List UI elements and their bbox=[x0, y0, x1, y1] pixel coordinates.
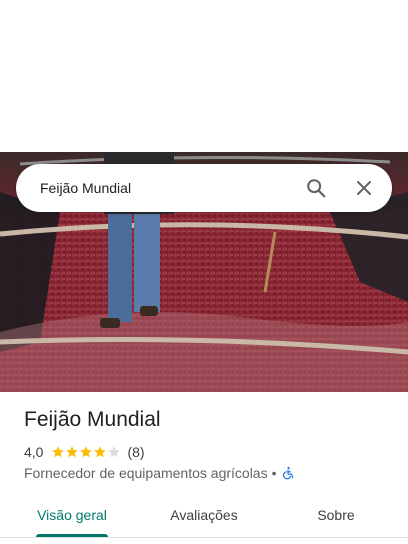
star-icon bbox=[80, 446, 93, 458]
tabs-divider bbox=[0, 537, 408, 538]
close-button[interactable] bbox=[340, 164, 388, 212]
review-count[interactable]: (8) bbox=[127, 444, 144, 460]
tab-reviews[interactable]: Avaliações bbox=[144, 493, 264, 537]
category-row: Fornecedor de equipamentos agrícolas • bbox=[24, 465, 295, 481]
search-icon bbox=[307, 179, 326, 198]
star-rating bbox=[51, 445, 121, 459]
separator-dot: • bbox=[271, 465, 277, 481]
rating-row[interactable]: 4,0 (8) bbox=[24, 444, 145, 460]
search-bar[interactable]: Feijão Mundial bbox=[16, 164, 392, 212]
tab-about[interactable]: Sobre bbox=[264, 493, 408, 537]
tab-label: Visão geral bbox=[37, 507, 107, 523]
rating-value: 4,0 bbox=[24, 444, 44, 460]
star-icon bbox=[108, 446, 121, 458]
tab-label: Avaliações bbox=[170, 507, 238, 523]
place-title: Feijão Mundial bbox=[24, 408, 161, 431]
star-icon bbox=[52, 446, 65, 458]
tab-label: Sobre bbox=[317, 507, 355, 523]
star-icon bbox=[66, 446, 79, 458]
close-icon bbox=[357, 181, 371, 195]
wheelchair-icon[interactable] bbox=[281, 466, 295, 480]
place-tabs: Visão geral Avaliações Sobre bbox=[0, 493, 408, 537]
tab-overview[interactable]: Visão geral bbox=[0, 493, 144, 537]
place-category[interactable]: Fornecedor de equipamentos agrícolas bbox=[24, 465, 268, 481]
search-input[interactable]: Feijão Mundial bbox=[40, 180, 292, 196]
star-icon bbox=[94, 446, 107, 458]
search-button[interactable] bbox=[292, 164, 340, 212]
